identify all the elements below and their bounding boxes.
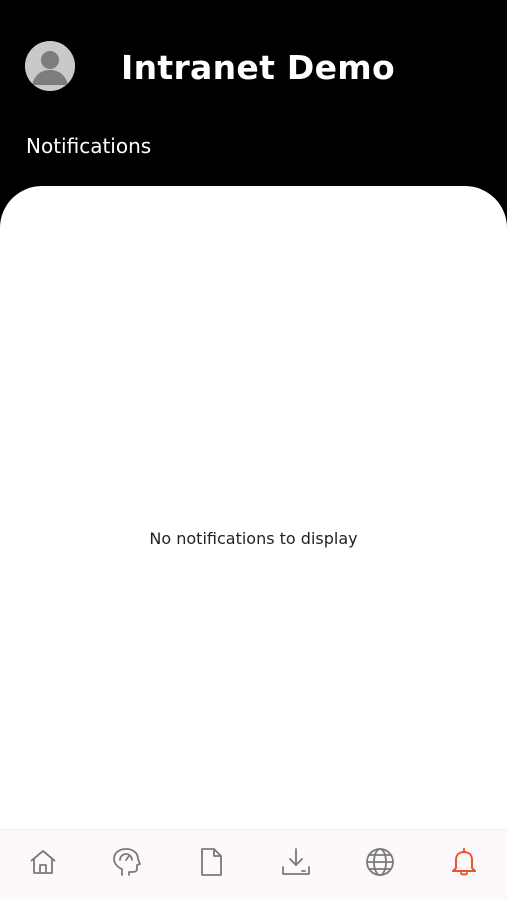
- header: Intranet Demo Notifications: [0, 0, 507, 200]
- home-icon: [27, 846, 59, 878]
- download-icon: [279, 845, 313, 879]
- dashboard-head-icon: [110, 845, 144, 879]
- tab-documents[interactable]: [191, 842, 231, 882]
- document-icon: [196, 846, 226, 878]
- notifications-panel: No notifications to display: [0, 186, 507, 829]
- user-avatar-icon[interactable]: [25, 41, 75, 91]
- tab-downloads[interactable]: [276, 842, 316, 882]
- empty-state-message: No notifications to display: [149, 529, 358, 548]
- tab-web[interactable]: [360, 842, 400, 882]
- bottom-tab-bar: [0, 829, 507, 900]
- page-title: Notifications: [26, 134, 152, 158]
- tab-dashboard[interactable]: [107, 842, 147, 882]
- tab-home[interactable]: [23, 842, 63, 882]
- tab-notifications[interactable]: [444, 842, 484, 882]
- globe-icon: [363, 845, 397, 879]
- app-screen: Intranet Demo Notifications No notificat…: [0, 0, 507, 900]
- bell-icon: [448, 846, 480, 878]
- app-title: Intranet Demo: [121, 48, 395, 87]
